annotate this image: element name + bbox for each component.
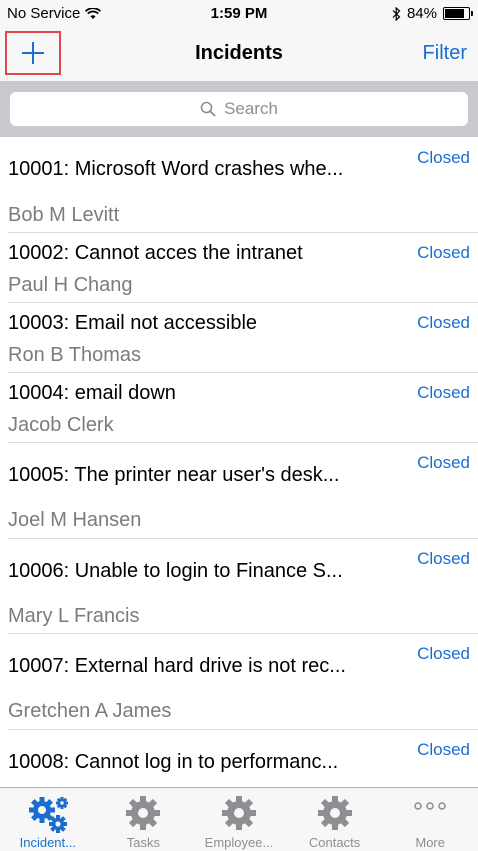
incident-title: 10004: email down xyxy=(8,382,176,404)
search-input[interactable]: Search xyxy=(10,92,468,126)
incident-list: 10001: Microsoft Word crashes whe... Clo… xyxy=(0,137,478,787)
status-badge: Closed xyxy=(417,313,470,332)
status-right: 84% xyxy=(392,5,473,22)
incident-requester: Joel M Hansen xyxy=(8,509,142,531)
list-item[interactable]: 10005: The printer near user's desk... C… xyxy=(0,442,478,539)
tab-more[interactable]: More xyxy=(382,788,478,851)
incident-requester: Bob M Levitt xyxy=(8,204,120,226)
tab-label: Contacts xyxy=(308,835,361,850)
status-badge: Closed xyxy=(417,243,470,262)
status-badge: Closed xyxy=(417,644,470,663)
more-icon xyxy=(414,802,446,810)
battery-level xyxy=(445,9,465,18)
tab-incidents[interactable]: Incident... xyxy=(0,788,96,851)
incident-title: 10006: Unable to login to Finance S... xyxy=(8,560,343,582)
gear-icon xyxy=(221,796,256,830)
status-badge: Closed xyxy=(417,453,470,472)
search-bar: Search xyxy=(0,82,478,137)
incident-requester: Gretchen A James xyxy=(8,700,172,722)
list-item[interactable]: 10008: Cannot log in to performanc... Cl… xyxy=(0,729,478,787)
bluetooth-icon xyxy=(392,6,401,21)
status-badge: Closed xyxy=(417,383,470,402)
tab-label: Tasks xyxy=(126,835,160,850)
incident-requester: Ron B Thomas xyxy=(8,344,142,366)
tab-tasks[interactable]: Tasks xyxy=(96,788,192,851)
tab-bar: Incident... Tasks Employee... Contacts M… xyxy=(0,787,478,851)
incident-title: 10003: Email not accessible xyxy=(8,312,258,334)
tab-label: Incident... xyxy=(19,835,76,850)
gear-icon xyxy=(317,796,352,830)
status-badge: Closed xyxy=(417,740,470,759)
gear-icon xyxy=(126,796,161,830)
gears-icon xyxy=(28,797,68,833)
search-placeholder: Search xyxy=(224,99,278,118)
tab-label: Employee... xyxy=(204,835,274,850)
list-item[interactable]: 10001: Microsoft Word crashes whe... Clo… xyxy=(0,137,478,233)
incident-requester: Mary L Francis xyxy=(8,605,140,627)
page-title: Incidents xyxy=(195,42,283,64)
list-item[interactable]: 10003: Email not accessible Closed Ron B… xyxy=(0,302,478,373)
status-badge: Closed xyxy=(417,148,470,167)
incident-title: 10005: The printer near user's desk... xyxy=(8,464,340,486)
list-item[interactable]: 10002: Cannot acces the intranet Closed … xyxy=(0,232,478,303)
list-item[interactable]: 10004: email down Closed Jacob Clerk xyxy=(0,372,478,443)
status-badge: Closed xyxy=(417,549,470,568)
battery-icon xyxy=(443,7,473,20)
list-item[interactable]: 10006: Unable to login to Finance S... C… xyxy=(0,538,478,634)
incident-title: 10008: Cannot log in to performanc... xyxy=(8,751,339,773)
tab-contacts[interactable]: Contacts xyxy=(287,788,383,851)
incident-requester: Jacob Clerk xyxy=(8,414,114,436)
tab-employees[interactable]: Employee... xyxy=(191,788,287,851)
list-item[interactable]: 10007: External hard drive is not rec...… xyxy=(0,633,478,730)
navigation-bar: Incidents Filter xyxy=(0,28,478,82)
incident-title: 10002: Cannot acces the intranet xyxy=(8,242,303,264)
incident-title: 10007: External hard drive is not rec... xyxy=(8,655,346,677)
search-icon xyxy=(200,101,216,117)
status-bar: No Service 1:59 PM 84% xyxy=(0,0,478,28)
filter-button[interactable]: Filter xyxy=(423,42,467,65)
incident-title: 10001: Microsoft Word crashes whe... xyxy=(8,158,344,180)
battery-percent: 84% xyxy=(406,5,437,22)
tab-label: More xyxy=(415,835,445,850)
incident-requester: Paul H Chang xyxy=(8,274,133,296)
